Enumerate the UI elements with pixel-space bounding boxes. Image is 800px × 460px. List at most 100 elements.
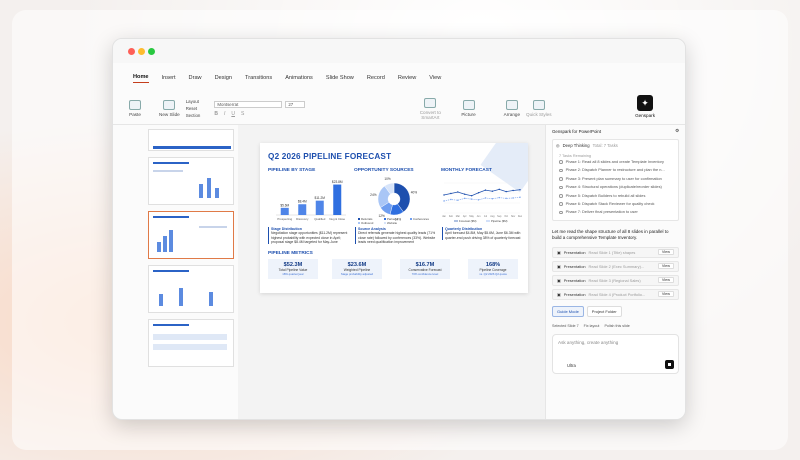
genspark-panel: Genspark for PowerPoint ⚙ ◎ Deep Thinkin… [545,125,685,419]
legend-swatch [384,222,386,224]
bar-data-label: $23.8M [332,180,343,184]
send-button[interactable] [665,359,674,369]
series-point [457,191,459,193]
genspark-logo-icon: ✦ [637,95,654,111]
font-size-select[interactable]: 27 [285,100,306,108]
slice-data-label: 10% [384,177,391,181]
chat-input[interactable]: Ask anything, create anything Ultra [552,333,679,374]
slide-thumbnails [113,125,238,419]
pending-icon [559,210,563,215]
quick-styles-button[interactable]: Quick Styles [526,100,552,117]
legend-label: Outbound [361,221,374,225]
italic-button[interactable]: I [224,111,225,117]
tool-icon: ▣ [557,249,561,255]
section-button[interactable]: Section [186,113,201,118]
slide-title: Q2 2026 PIPELINE FORECAST [268,152,392,161]
tab-draw[interactable]: Draw [189,75,202,81]
metrics-heading: PIPELINE METRICS [268,251,313,256]
tab-animations[interactable]: Animations [285,75,313,81]
metric-card: $52.3M Total Pipeline Value 18% quarter/ye… [268,259,318,279]
series-point [470,198,473,200]
tab-slide-show[interactable]: Slide Show [326,75,354,81]
legend-swatch [384,218,386,220]
layout-button[interactable]: Layout [186,99,201,104]
tab-insert[interactable]: Insert [162,75,176,81]
slide-thumbnail[interactable] [148,265,234,313]
source-caption: Source Analysis Direct referrals generate… [355,227,437,245]
font-group: Montserrat 27 BIUS [214,100,306,117]
pending-icon [559,160,563,164]
convert-smartart-button[interactable]: Convert to SmartArt [417,97,443,120]
new-slide-button[interactable]: New Slide [159,100,180,117]
minimize-window-button[interactable] [138,48,145,55]
slide-thumbnail-selected[interactable] [148,211,234,259]
paste-button[interactable]: Paste [129,100,141,117]
tab-design[interactable]: Design [215,75,232,81]
arrange-button[interactable]: Arrange [504,100,520,117]
tool-icon: ▣ [557,277,561,283]
x-tick-label: Feb [449,215,454,218]
app-window: Home Insert Draw Design Transitions Anim… [112,38,686,420]
reset-button[interactable]: Reset [186,106,201,111]
series-line [443,196,521,202]
series-line [443,189,521,197]
tab-transitions[interactable]: Transitions [245,75,272,81]
slide-canvas[interactable]: Q2 2026 PIPELINE FORECAST PIPELINE BY ST… [238,125,545,419]
arrange-icon [505,100,518,110]
tool-icon: ▣ [557,291,561,297]
guide-mode-button[interactable]: Guide Mode [552,305,584,317]
fix-layout-button[interactable]: Fix layout [584,324,600,328]
view-button[interactable]: View [657,277,674,284]
task-item: Phase 3: Present plan summary to user fo… [559,175,672,183]
underline-button[interactable]: U [231,111,235,117]
genspark-button[interactable]: ✦ Genspark [635,95,655,118]
tab-record[interactable]: Record [367,75,385,81]
polish-slide-button[interactable]: Polish this slide [604,324,629,328]
new-slide-icon [163,100,176,110]
bar [298,204,307,215]
legend-label: Conferences [413,217,429,221]
model-select[interactable]: Ultra [567,363,576,368]
font-name-select[interactable]: Montserrat [214,100,283,108]
deep-thinking-card[interactable]: ◎ Deep Thinking Total: 7 Tasks 7 Tasks R… [552,139,679,221]
current-slide[interactable]: Q2 2026 PIPELINE FORECAST PIPELINE BY ST… [260,143,528,293]
series-point [464,197,466,200]
strike-button[interactable]: S [241,111,244,117]
bold-button[interactable]: B [214,111,218,117]
bar [315,200,324,215]
bar [280,207,289,215]
close-window-button[interactable] [128,48,135,55]
settings-icon[interactable]: ⚙ [675,128,679,134]
format-buttons: BIUS [214,111,305,117]
x-tick-label: Jun [477,215,482,218]
view-button[interactable]: View [657,291,674,298]
quick-styles-icon [532,100,545,110]
picture-icon [462,100,475,110]
x-tick-label: Nov [511,215,516,218]
tab-view[interactable]: View [429,75,441,81]
series-point [512,189,514,192]
presentation-step: ▣ Presentation Read Slide 4 (Product Portf… [552,288,679,300]
slice-data-label: 40% [411,191,418,195]
picture-button[interactable]: Picture [461,100,476,117]
presentation-step: ▣ Presentation Read Slide 2 (Exec Summary)… [552,260,679,272]
series-point [505,190,507,193]
project-folder-button[interactable]: Project Folder [586,305,622,317]
maximize-window-button[interactable] [148,48,155,55]
slide-thumbnail[interactable] [148,129,234,151]
panel-title: Genspark for PowerPoint [552,128,602,134]
x-tick-label: Dec [518,215,523,218]
tab-review[interactable]: Review [398,75,416,81]
slide-thumbnail[interactable] [148,319,234,367]
task-item: Phase 5: Dispatch Builders to rebuild al… [559,192,672,200]
tab-home[interactable]: Home [133,74,149,83]
series-point [477,192,480,194]
slide-thumbnail[interactable] [148,157,234,205]
selected-slide-label: Selected Slide 7 [552,323,579,328]
view-button[interactable]: View [657,263,674,270]
monthly-heading: MONTHLY FORECAST [441,168,492,173]
series-point [498,188,500,191]
view-button[interactable]: View [657,249,674,256]
presentation-step: ▣ Presentation Read Slide 1 (Title) shapes… [552,246,679,258]
task-list: 7 Tasks Remaining Phase 1: Read all 8 sl… [553,151,678,220]
